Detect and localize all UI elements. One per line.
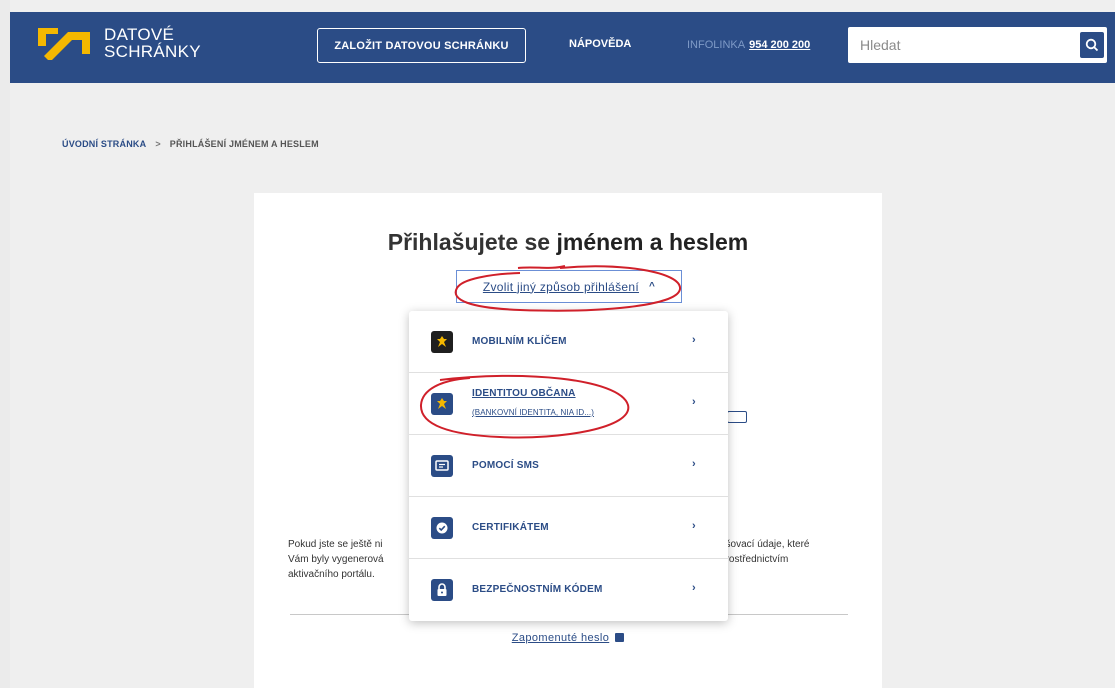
method-label: IDENTITOU OBČANA	[472, 388, 576, 399]
keyboard-icon[interactable]	[727, 411, 747, 423]
logo[interactable]: DATOVÉ SCHRÁNKY	[38, 26, 201, 60]
login-method-dropdown: MOBILNÍM KLÍČEM › IDENTITOU OBČANA (BANK…	[409, 311, 728, 621]
site-header: DATOVÉ SCHRÁNKY ZALOŽIT DATOVOU SCHRÁNKU…	[10, 12, 1115, 83]
certificate-icon	[431, 517, 453, 539]
mobile-key-icon	[431, 331, 453, 353]
switch-login-method-button[interactable]: Zvolit jiný způsob přihlášení ^	[456, 270, 682, 303]
method-item-security-code[interactable]: BEZPEČNOSTNÍM KÓDEM ›	[409, 559, 728, 621]
chevron-right-icon: ›	[692, 520, 696, 532]
title-bold: jménem a heslem	[556, 229, 749, 255]
infoline-number[interactable]: 954 200 200	[749, 39, 810, 51]
breadcrumb-current: PŘIHLÁŠENÍ JMÉNEM A HESLEM	[169, 139, 319, 149]
external-link-icon	[615, 633, 625, 642]
citizen-identity-icon	[431, 393, 453, 415]
infoline-label: INFOLINKA	[687, 39, 746, 51]
breadcrumb: ÚVODNÍ STRÁNKA > PŘIHLÁŠENÍ JMÉNEM A HESLE…	[62, 139, 319, 149]
method-label: MOBILNÍM KLÍČEM	[472, 336, 567, 347]
search-button[interactable]	[1080, 32, 1104, 58]
info-right: ašovací údaje, které prostřednictvím	[720, 537, 860, 567]
logo-text: DATOVÉ SCHRÁNKY	[104, 26, 201, 60]
logo-line-1: DATOVÉ	[104, 25, 175, 44]
info-right-1: ašovací údaje, které	[720, 539, 810, 550]
page-title: Přihlašujete se jménem a heslem	[254, 229, 882, 256]
chevron-right-icon: ›	[692, 334, 696, 346]
switch-login-method-label: Zvolit jiný způsob přihlášení	[482, 279, 639, 294]
lock-icon	[431, 579, 453, 601]
logo-line-2: SCHRÁNKY	[104, 42, 201, 61]
method-item-citizen-identity[interactable]: IDENTITOU OBČANA (BANKOVNÍ IDENTITA, NIA…	[409, 373, 728, 435]
sms-icon	[431, 455, 453, 477]
chevron-up-icon: ^	[648, 281, 656, 292]
method-label: BEZPEČNOSTNÍM KÓDEM	[472, 584, 603, 595]
breadcrumb-separator: >	[155, 139, 161, 149]
method-item-certificate[interactable]: CERTIFIKÁTEM ›	[409, 497, 728, 559]
chevron-right-icon: ›	[692, 458, 696, 470]
method-sublabel: (BANKOVNÍ IDENTITA, NIA ID...)	[472, 408, 594, 417]
forgot-password-label: Zapomenuté heslo	[511, 632, 610, 644]
method-item-mobile-key[interactable]: MOBILNÍM KLÍČEM ›	[409, 311, 728, 373]
infoline: INFOLINKA 954 200 200	[687, 39, 810, 51]
help-link[interactable]: NÁPOVĚDA	[569, 38, 631, 50]
chevron-right-icon: ›	[692, 396, 696, 408]
create-databox-button[interactable]: ZALOŽIT DATOVOU SCHRÁNKU	[317, 28, 526, 63]
title-prefix: Přihlašujete se	[387, 229, 557, 255]
forgot-password-link[interactable]: Zapomenuté heslo	[254, 632, 882, 644]
logo-icon	[38, 28, 90, 60]
info-right-2: prostřednictvím	[720, 554, 789, 565]
breadcrumb-home[interactable]: ÚVODNÍ STRÁNKA	[62, 139, 146, 149]
method-label: POMOCÍ SMS	[472, 460, 540, 471]
search-input[interactable]	[848, 27, 1073, 63]
method-label: CERTIFIKÁTEM	[472, 522, 549, 533]
search-icon	[1085, 38, 1099, 52]
search-box	[848, 27, 1107, 63]
method-item-sms[interactable]: POMOCÍ SMS ›	[409, 435, 728, 497]
chevron-right-icon: ›	[692, 582, 696, 594]
